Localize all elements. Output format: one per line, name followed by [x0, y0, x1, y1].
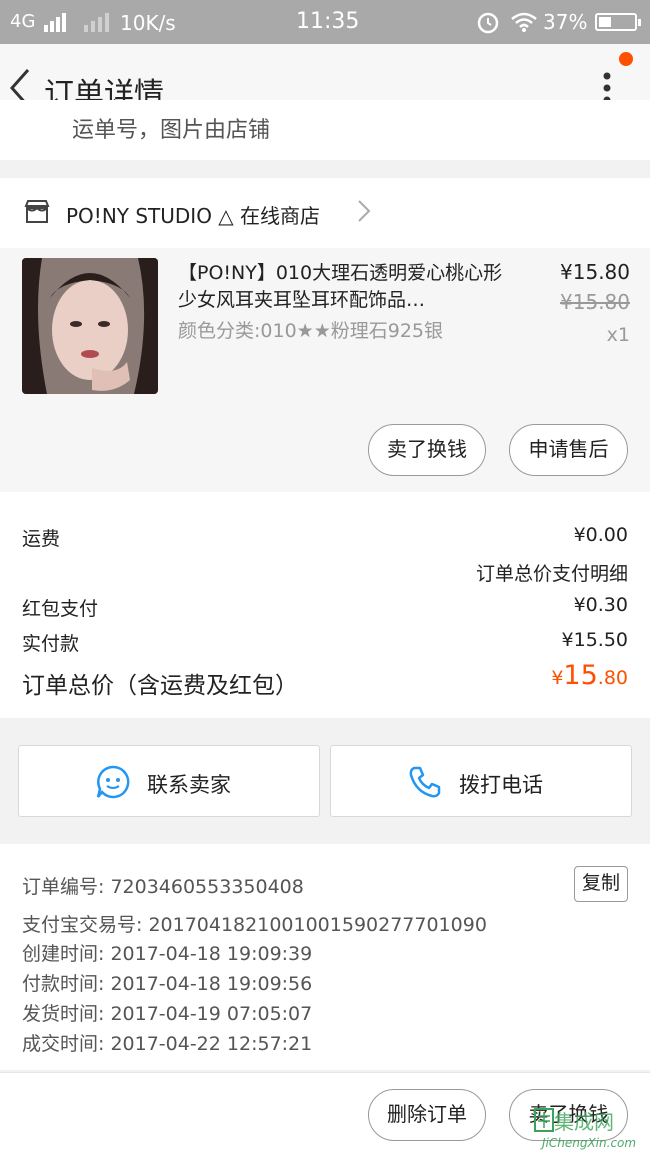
contact-seller-button[interactable]: 联系卖家	[18, 745, 320, 817]
completed-time: 成交时间: 2017-04-22 12:57:21	[22, 1033, 313, 1055]
battery-icon	[595, 13, 641, 31]
product-price: ¥15.80	[560, 260, 630, 284]
product-original-price: ¥15.80	[560, 290, 630, 314]
total-value: ¥15.80	[551, 660, 628, 691]
watermark-icon	[534, 1108, 554, 1136]
signal-icon	[44, 12, 66, 37]
shop-card: PO!NY STUDIO △ 在线商店 【PO!NY】010大理石透明爱心桃心形…	[0, 178, 650, 492]
copy-button[interactable]: 复制	[574, 866, 628, 902]
wifi-icon	[510, 11, 538, 38]
shop-icon	[24, 200, 50, 228]
redpacket-label: 红包支付	[22, 598, 99, 620]
contact-bar: 联系卖家 拨打电话	[0, 745, 650, 817]
product-thumbnail[interactable]	[22, 258, 158, 394]
created-time: 创建时间: 2017-04-18 19:09:39	[22, 943, 313, 965]
sell-resale-button[interactable]: 卖了换钱	[368, 424, 486, 476]
payment-breakdown-link[interactable]: 订单总价支付明细	[476, 559, 628, 586]
paid-label: 实付款	[22, 633, 80, 655]
redpacket-value: ¥0.30	[573, 594, 628, 616]
order-item[interactable]: 【PO!NY】010大理石透明爱心桃心形少女风耳夹耳坠耳环配饰品… 颜色分类:0…	[0, 248, 650, 492]
shop-name: PO!NY STUDIO △ 在线商店	[66, 204, 321, 228]
after-sale-button[interactable]: 申请售后	[509, 424, 628, 476]
watermark-logo: 集成网 JiChengXin.com	[532, 1104, 650, 1155]
product-sku: 颜色分类:010★★粉理石925银	[178, 320, 443, 342]
total-currency: ¥	[551, 667, 564, 689]
order-number: 订单编号: 7203460553350408	[22, 876, 304, 898]
signal-icon-secondary	[84, 12, 110, 37]
contact-seller-label: 联系卖家	[147, 773, 231, 797]
total-decimal: .80	[597, 667, 628, 689]
shipped-time: 发货时间: 2017-04-19 07:05:07	[22, 1003, 313, 1025]
watermark-url: JiChengXin.com	[542, 1136, 637, 1150]
alarm-icon	[476, 10, 500, 39]
call-label: 拨打电话	[459, 773, 543, 797]
paid-value: ¥15.50	[561, 629, 628, 651]
shop-header[interactable]: PO!NY STUDIO △ 在线商店	[0, 178, 650, 248]
product-title: 【PO!NY】010大理石透明爱心桃心形少女风耳夹耳坠耳环配饰品…	[178, 262, 503, 311]
delete-order-button[interactable]: 删除订单	[368, 1089, 486, 1141]
cost-card: 运费 ¥0.00 订单总价支付明细 红包支付 ¥0.30 实付款 ¥15.50 …	[0, 492, 650, 718]
chat-bubble-icon	[95, 764, 131, 804]
phone-icon	[407, 764, 443, 804]
product-quantity: x1	[606, 324, 630, 346]
order-info-card: 订单编号: 7203460553350408 复制 支付宝交易号: 201704…	[0, 844, 650, 1070]
logistics-text: 运单号，图片由店铺	[72, 118, 271, 143]
call-button[interactable]: 拨打电话	[330, 745, 632, 817]
notification-dot	[619, 52, 633, 66]
battery-percent: 37%	[543, 10, 588, 34]
network-speed: 10K/s	[120, 11, 176, 35]
logistics-card: 运单号，图片由店铺	[0, 100, 650, 160]
watermark-text: 集成网	[554, 1110, 614, 1134]
clock: 11:35	[296, 9, 360, 34]
network-type: 4G	[10, 11, 36, 32]
shipping-value: ¥0.00	[573, 524, 628, 546]
status-bar: 4G 10K/s 11:35 37%	[0, 0, 650, 44]
chevron-right-icon	[356, 198, 372, 228]
total-label: 订单总价（含运费及红包）	[22, 673, 298, 699]
paid-time: 付款时间: 2017-04-18 19:09:56	[22, 973, 313, 995]
total-integer: 15	[563, 660, 598, 691]
shipping-label: 运费	[22, 528, 61, 550]
alipay-number: 支付宝交易号: 2017041821001001590277701090	[22, 914, 487, 936]
